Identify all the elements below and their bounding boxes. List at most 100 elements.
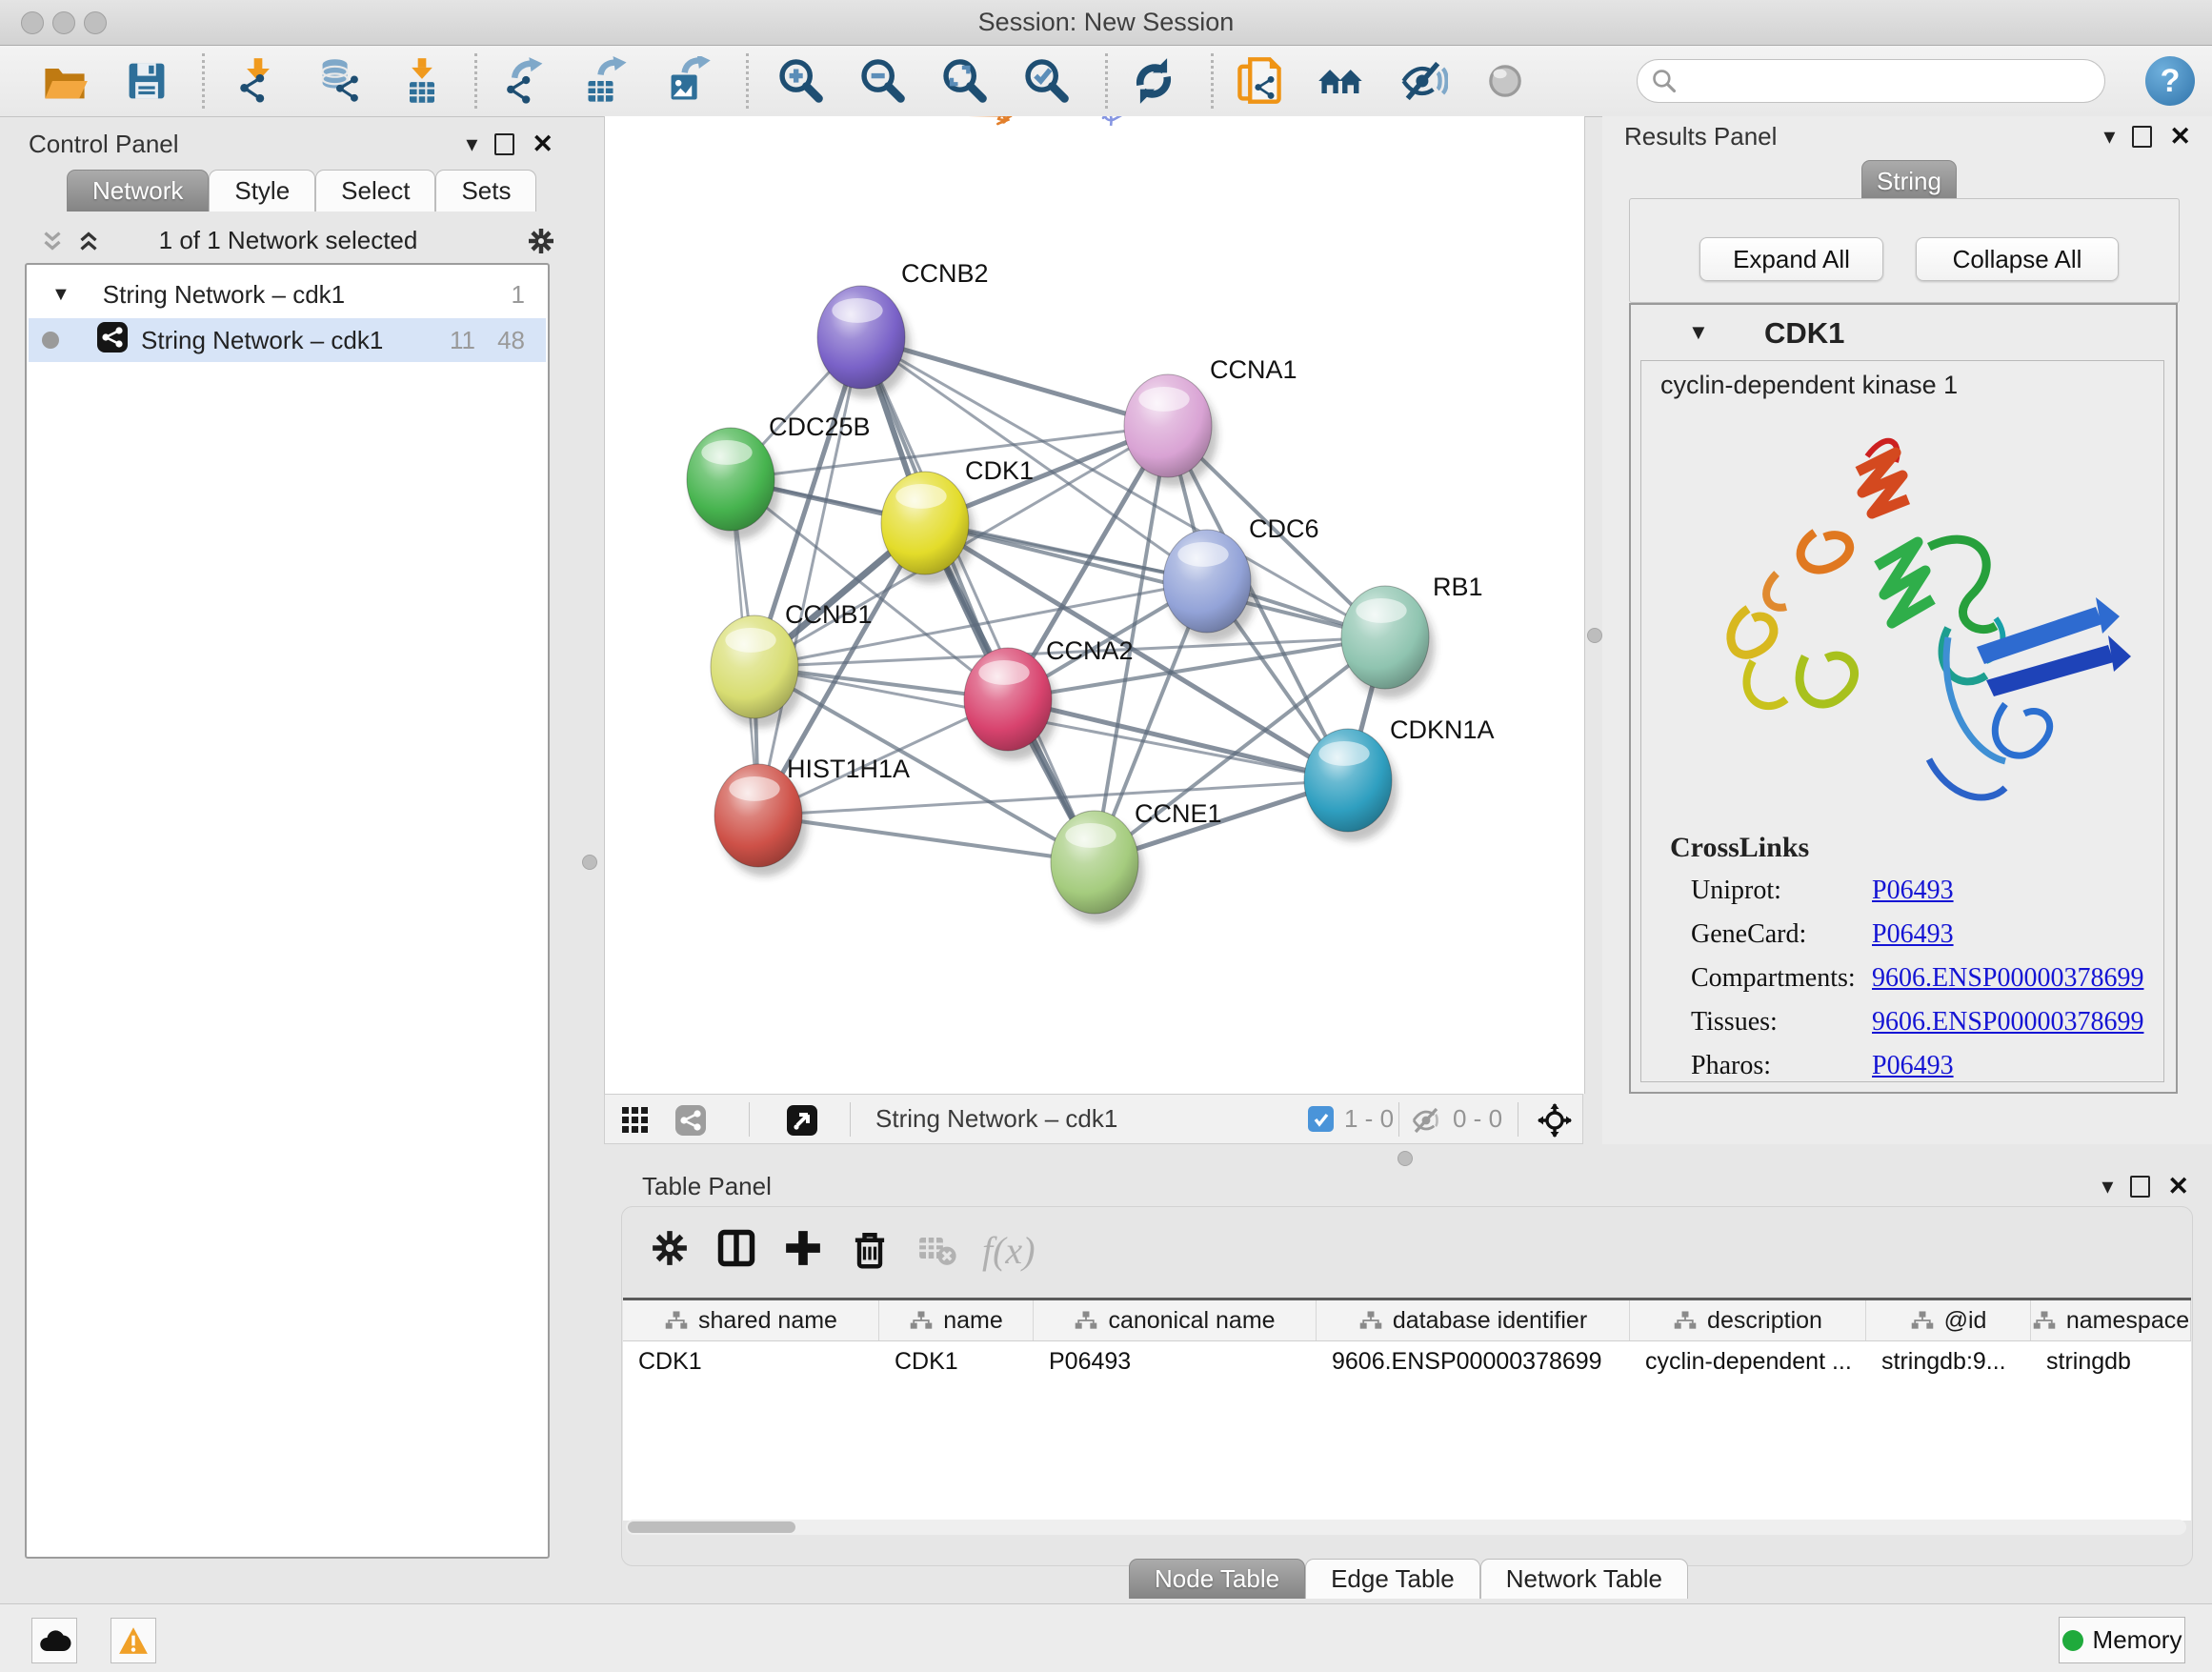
network-edge[interactable]: [758, 337, 861, 816]
column-header-namespace[interactable]: namespace: [2031, 1300, 2191, 1340]
delete-table-icon[interactable]: [915, 1227, 957, 1274]
import-network-database-button[interactable]: [313, 54, 367, 108]
fit-move-crosshair-icon[interactable]: [1537, 1102, 1573, 1143]
left-splitter-handle[interactable]: [582, 855, 597, 870]
selected-checkbox-icon[interactable]: [1308, 1106, 1334, 1132]
table-cell[interactable]: cyclin-dependent ...: [1630, 1341, 1866, 1381]
tab-style[interactable]: Style: [209, 170, 315, 212]
open-session-button[interactable]: [38, 54, 91, 108]
toolbar-separator: [1105, 53, 1108, 109]
results-panel-float-icon[interactable]: [2132, 126, 2152, 148]
column-header-name[interactable]: name: [879, 1300, 1034, 1340]
string-documents-button[interactable]: [1233, 54, 1286, 108]
column-header--id[interactable]: @id: [1866, 1300, 2031, 1340]
network-options-gear-icon[interactable]: [526, 226, 556, 261]
save-session-icon: [122, 56, 171, 106]
tree-expander-icon[interactable]: ▼: [51, 284, 70, 306]
export-image-button[interactable]: [662, 54, 715, 108]
help-button[interactable]: ?: [2145, 56, 2195, 106]
column-header-shared-name[interactable]: shared name: [623, 1300, 879, 1340]
network-node-CCNB1[interactable]: CCNB1: [711, 600, 873, 728]
search-input[interactable]: [1685, 61, 2104, 101]
table-panel-close-icon[interactable]: ✕: [2167, 1174, 2189, 1199]
gene-entry-expander-icon[interactable]: ▼: [1688, 320, 1709, 345]
zoom-selected-button[interactable]: [1019, 54, 1073, 108]
memory-button[interactable]: Memory: [2059, 1617, 2185, 1663]
network-node-CDC6[interactable]: CDC6: [1056, 116, 1584, 1094]
table-cell[interactable]: CDK1: [879, 1341, 1034, 1381]
column-header-description[interactable]: description: [1630, 1300, 1866, 1340]
zoom-window-icon[interactable]: [84, 11, 107, 34]
network-row[interactable]: String Network – cdk1 11 48: [29, 318, 546, 362]
column-header-canonical-name[interactable]: canonical name: [1034, 1300, 1317, 1340]
export-table-button[interactable]: [580, 54, 633, 108]
hidden-eye-icon[interactable]: [1410, 1106, 1442, 1139]
enhanced-labels-button[interactable]: [1397, 54, 1450, 108]
string-home-button[interactable]: [1315, 54, 1368, 108]
warnings-button[interactable]: [111, 1618, 156, 1663]
export-network-button[interactable]: [498, 54, 552, 108]
table-scrollbar-thumb[interactable]: [628, 1521, 795, 1533]
crosslink-value-link[interactable]: P06493: [1872, 1051, 1954, 1081]
table-horizontal-scrollbar[interactable]: [626, 1520, 2186, 1535]
table-cell[interactable]: stringdb: [2031, 1341, 2191, 1381]
import-network-file-icon: [233, 56, 283, 106]
column-header-database-identifier[interactable]: database identifier: [1317, 1300, 1630, 1340]
show-columns-icon[interactable]: [715, 1227, 757, 1274]
right-splitter-handle[interactable]: [1587, 628, 1602, 643]
grid-view-icon[interactable]: [620, 1105, 651, 1140]
table-cell[interactable]: stringdb:9...: [1866, 1341, 2031, 1381]
search-field[interactable]: [1637, 59, 2105, 103]
network-share-toggle-icon[interactable]: [674, 1103, 708, 1142]
crosslink-value-link[interactable]: P06493: [1872, 919, 1954, 950]
crosslink-value-link[interactable]: 9606.ENSP00000378699: [1872, 1007, 2143, 1037]
tab-string[interactable]: String: [1861, 160, 1957, 202]
zoom-fit-content-button[interactable]: [937, 54, 991, 108]
add-entry-icon[interactable]: [782, 1227, 824, 1274]
table-cell[interactable]: 9606.ENSP00000378699: [1317, 1341, 1630, 1381]
tab-select[interactable]: Select: [315, 170, 435, 212]
table-toolbar: f(x): [649, 1224, 1036, 1276]
expand-all-button[interactable]: Expand All: [1699, 237, 1883, 281]
window-title: Session: New Session: [0, 0, 2212, 45]
import-network-file-button[interactable]: [231, 54, 285, 108]
zoom-out-button[interactable]: [855, 54, 909, 108]
cloud-status-button[interactable]: [31, 1618, 77, 1663]
table-panel-menu-icon[interactable]: ▾: [2101, 1176, 2113, 1199]
tab-node-table[interactable]: Node Table: [1129, 1559, 1305, 1599]
network-edge[interactable]: [861, 337, 1095, 862]
tab-sets[interactable]: Sets: [435, 170, 536, 212]
table-row[interactable]: CDK1CDK1P064939606.ENSP00000378699cyclin…: [623, 1341, 2191, 1381]
control-panel-close-icon[interactable]: ✕: [532, 131, 553, 157]
control-panel-menu-icon[interactable]: ▾: [466, 133, 477, 156]
close-window-icon[interactable]: [21, 11, 44, 34]
tab-edge-table[interactable]: Edge Table: [1305, 1559, 1480, 1599]
delete-entry-trash-icon[interactable]: [849, 1227, 891, 1274]
minimize-window-icon[interactable]: [52, 11, 75, 34]
table-settings-gear-icon[interactable]: [649, 1227, 691, 1274]
network-node-CCNA1[interactable]: CCNA1: [1124, 116, 1297, 487]
table-cell[interactable]: CDK1: [623, 1341, 879, 1381]
save-session-button[interactable]: [120, 54, 173, 108]
zoom-in-button[interactable]: [774, 54, 827, 108]
table-cell[interactable]: P06493: [1034, 1341, 1317, 1381]
crosslink-value-link[interactable]: P06493: [1872, 876, 1954, 906]
results-panel-menu-icon[interactable]: ▾: [2103, 126, 2115, 149]
apply-layout-refresh-button[interactable]: [1127, 54, 1180, 108]
control-panel-float-icon[interactable]: [494, 133, 514, 155]
table-panel-float-icon[interactable]: [2130, 1176, 2150, 1198]
network-collection-row[interactable]: ▼ String Network – cdk1 1: [29, 272, 546, 316]
network-edge[interactable]: [758, 816, 1095, 862]
tab-network-table[interactable]: Network Table: [1480, 1559, 1688, 1599]
results-panel-close-icon[interactable]: ✕: [2169, 124, 2191, 150]
birdseye-view-icon[interactable]: [785, 1103, 819, 1142]
toolbar-separator: [746, 53, 749, 109]
function-builder-icon[interactable]: f(x): [982, 1228, 1036, 1273]
crosslink-value-link[interactable]: 9606.ENSP00000378699: [1872, 963, 2143, 994]
tab-network[interactable]: Network: [67, 170, 209, 212]
search-icon: [1651, 68, 1678, 94]
collapse-all-button[interactable]: Collapse All: [1916, 237, 2119, 281]
structure-sphere-button[interactable]: [1478, 54, 1532, 108]
network-canvas[interactable]: CCNB2CCNA1CDC25BCDK1CDC6RB1CCNB1CCNA2CDK…: [604, 116, 1585, 1094]
import-table-button[interactable]: [395, 54, 449, 108]
